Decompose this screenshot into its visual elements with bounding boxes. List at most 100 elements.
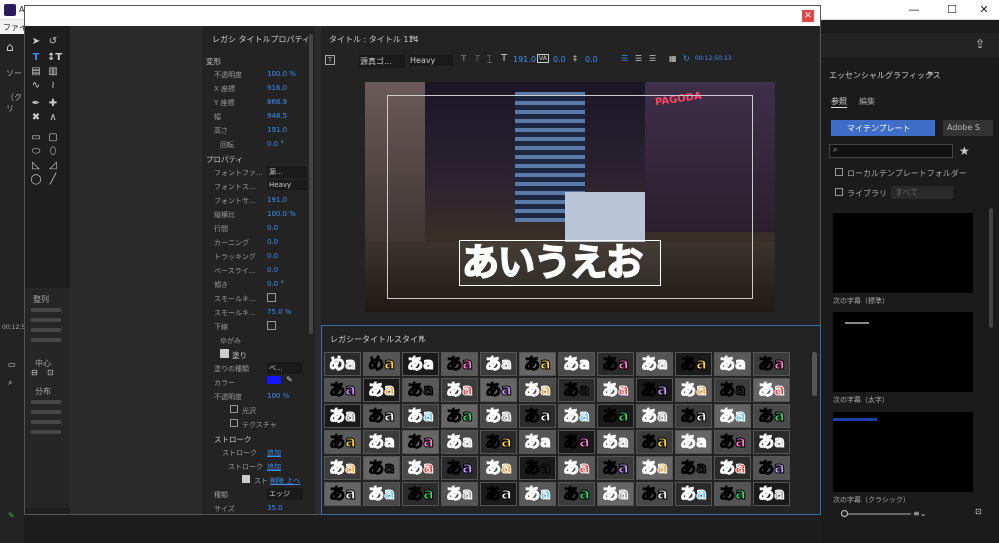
style-swatch[interactable]: あa (597, 430, 634, 454)
title-text-box[interactable]: あいうえお (459, 240, 661, 286)
style-swatch[interactable]: あa (675, 352, 712, 376)
style-swatch[interactable]: あa (753, 378, 790, 402)
show-background-icon[interactable]: ↻ (683, 54, 690, 63)
style-swatch[interactable]: あa (636, 482, 673, 506)
style-swatch[interactable]: あa (636, 378, 673, 402)
center-horizontal-icon[interactable]: ⊟ (31, 368, 38, 377)
style-swatch[interactable]: めa (324, 352, 361, 376)
fill-checkbox[interactable] (220, 349, 229, 358)
prop-value[interactable]: 0.0 (267, 238, 278, 246)
align-right-icon[interactable]: ☰ (649, 54, 656, 63)
star-icon[interactable]: ★ (959, 144, 970, 158)
library-checkbox[interactable] (835, 188, 843, 196)
font-style-select[interactable]: Heavy (267, 180, 307, 190)
preview-canvas[interactable]: PAGODA あいうえお (365, 82, 775, 312)
folder-icon[interactable]: ▭ (8, 360, 16, 369)
stroke-checkbox[interactable] (242, 475, 250, 483)
prop-value[interactable]: 0.0 (267, 252, 278, 260)
style-swatch[interactable]: あa (324, 378, 361, 402)
type-icon[interactable]: T (30, 52, 42, 64)
distribute-buttons[interactable] (31, 400, 61, 440)
style-swatch[interactable]: あa (714, 482, 751, 506)
add-inner-stroke-link[interactable]: 追加 (267, 448, 281, 458)
library-select[interactable]: すべて (891, 186, 953, 199)
style-swatch[interactable]: あa (480, 378, 517, 402)
italic-icon[interactable]: T (475, 54, 480, 63)
fill-color-swatch[interactable] (267, 376, 281, 384)
underline-checkbox[interactable] (267, 321, 276, 330)
select-arrow-icon[interactable]: ➤ (30, 36, 42, 48)
style-swatch[interactable]: あa (675, 456, 712, 480)
delete-anchor-icon[interactable]: ✖ (30, 112, 42, 124)
style-swatch[interactable]: あa (402, 482, 439, 506)
style-swatch[interactable]: あa (324, 404, 361, 428)
style-swatch[interactable]: あa (597, 456, 634, 480)
distort-label[interactable]: ゆがみ (220, 336, 241, 346)
maximize-button[interactable]: ☐ (940, 2, 964, 18)
style-swatch[interactable]: あa (480, 456, 517, 480)
style-swatch[interactable]: あa (441, 352, 478, 376)
style-swatch[interactable]: あa (636, 456, 673, 480)
style-swatch[interactable]: めa (363, 352, 400, 376)
tab-stops-icon[interactable]: ▦ (669, 54, 677, 63)
close-button[interactable]: ✕ (972, 2, 996, 18)
fill-type-select[interactable]: べ... (267, 362, 303, 374)
style-swatch[interactable]: あa (363, 456, 400, 480)
list-menu-icon[interactable]: ≡⌄ (913, 509, 926, 518)
arc-icon[interactable]: ◯ (30, 174, 42, 186)
stroke-type-select[interactable]: エッジ (267, 488, 303, 500)
font-size-value[interactable]: 191.0 (513, 55, 536, 64)
rounded-rect-icon[interactable]: ▢ (47, 132, 59, 144)
style-swatch[interactable]: あa (675, 378, 712, 402)
style-swatch[interactable]: あa (441, 456, 478, 480)
style-swatch[interactable]: あa (636, 430, 673, 454)
vertical-area-type-icon[interactable]: ▥ (47, 66, 59, 78)
vertical-type-icon[interactable]: ↕T (47, 52, 62, 64)
timecode[interactable]: 00:12:50:13 (695, 55, 732, 62)
style-swatch[interactable]: あa (402, 430, 439, 454)
tab-browse[interactable]: 参照 (831, 96, 847, 108)
style-swatch[interactable]: あa (519, 456, 556, 480)
style-swatch[interactable]: あa (363, 430, 400, 454)
style-swatch[interactable]: あa (480, 404, 517, 428)
wedge-icon[interactable]: ◺ (30, 160, 42, 172)
style-swatch[interactable]: あa (324, 430, 361, 454)
style-swatch[interactable]: あa (675, 482, 712, 506)
prop-value[interactable]: 75.0 % (267, 308, 291, 316)
clipped-rect-icon[interactable]: ⬯ (47, 146, 59, 158)
texture-checkbox[interactable] (230, 419, 238, 427)
style-swatch[interactable]: あa (402, 378, 439, 402)
pencil-icon[interactable]: ✎ (8, 511, 15, 520)
minimize-button[interactable]: — (902, 2, 926, 18)
transform-section[interactable]: 変形 (206, 56, 221, 67)
style-swatch[interactable]: あa (441, 482, 478, 506)
underline-icon[interactable]: T (487, 54, 492, 63)
style-swatch[interactable]: あa (753, 456, 790, 480)
new-title-icon[interactable]: T (325, 55, 335, 65)
style-swatch[interactable]: あa (597, 352, 634, 376)
style-swatch[interactable]: あa (558, 404, 595, 428)
font-family-select[interactable]: 源... (267, 166, 307, 178)
leading-value[interactable]: 0.0 (585, 55, 598, 64)
style-swatch[interactable]: あa (441, 378, 478, 402)
area-type-icon[interactable]: ▤ (30, 66, 42, 78)
style-swatch[interactable]: あa (636, 404, 673, 428)
style-swatch[interactable]: あa (714, 404, 751, 428)
style-swatch[interactable]: あa (324, 456, 361, 480)
style-swatch[interactable]: あa (441, 430, 478, 454)
properties-scrollbar[interactable] (309, 34, 313, 334)
template-thumbnail[interactable] (833, 213, 973, 293)
align-left-icon[interactable]: ☰ (621, 54, 628, 63)
local-folder-checkbox[interactable] (835, 168, 843, 176)
style-swatch[interactable]: あa (402, 404, 439, 428)
align-buttons[interactable] (31, 308, 61, 348)
style-swatch[interactable]: あa (363, 482, 400, 506)
style-swatch[interactable]: あa (402, 352, 439, 376)
style-swatch[interactable]: あa (480, 482, 517, 506)
style-swatch[interactable]: あa (714, 456, 751, 480)
line-icon[interactable]: ╱ (47, 174, 59, 186)
eyedropper-icon[interactable]: ✎ (286, 375, 293, 384)
prop-value[interactable]: 948.5 (267, 112, 287, 120)
title-menu-icon[interactable]: ≡ (409, 33, 416, 42)
template-search-input[interactable]: ⌕ (829, 144, 953, 158)
